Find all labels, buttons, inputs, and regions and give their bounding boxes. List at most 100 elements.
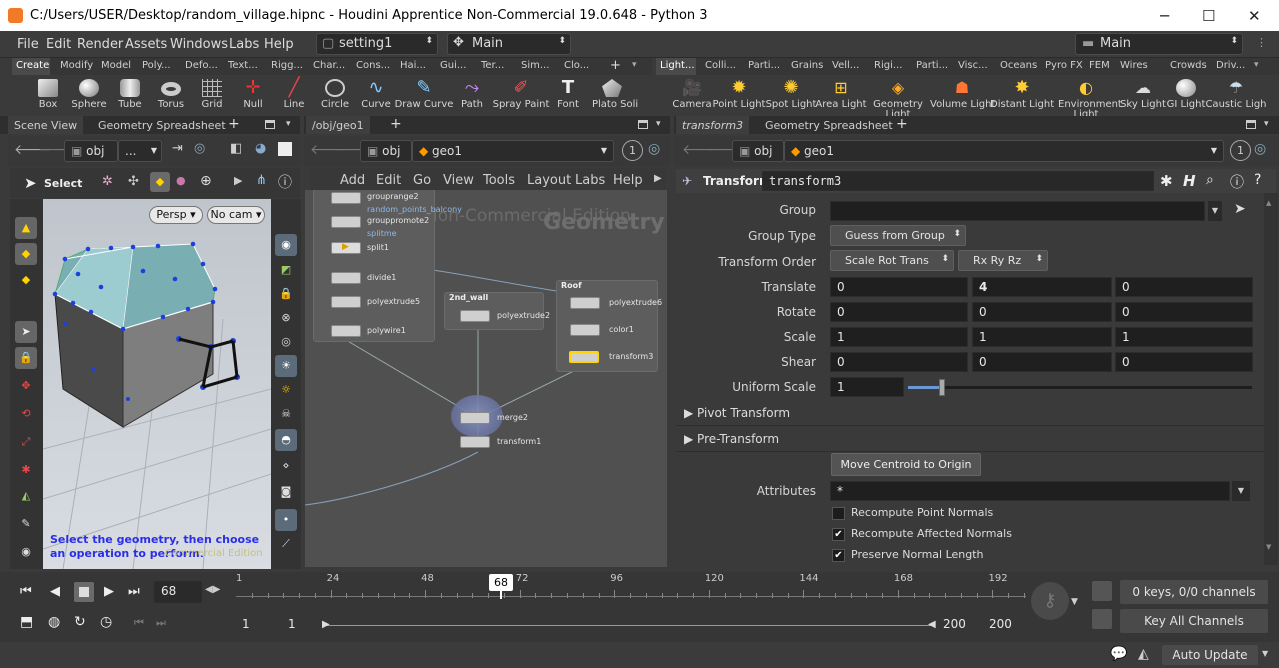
lock-camera-icon[interactable]: 🔒 — [275, 283, 297, 305]
3d-viewport[interactable]: Persp ▾ No cam ▾ Select the geometry, th… — [43, 199, 271, 569]
shelf-right-menu-icon[interactable]: ▾ — [1254, 60, 1259, 70]
range-end-field[interactable]: 200 — [937, 615, 981, 635]
add-tab-icon[interactable]: + — [228, 116, 240, 132]
select-arrow-icon[interactable]: ➤ — [24, 174, 37, 192]
scale-y-field[interactable]: 1 — [972, 327, 1112, 347]
move-tool-icon[interactable]: ✥ — [15, 375, 37, 397]
point-icon[interactable]: ● — [176, 174, 186, 187]
hscript-icon[interactable]: H — [1183, 172, 1196, 190]
shelf-menu-icon[interactable]: ▾ — [632, 60, 637, 70]
path-child-button[interactable]: ... ▼ — [118, 140, 162, 162]
stop-button[interactable] — [74, 582, 94, 602]
menu-labs[interactable]: Labs — [229, 37, 259, 52]
shelf-tab-oceans[interactable]: Oceans — [996, 58, 1040, 75]
shelf-tab-texture[interactable]: Text... — [224, 58, 262, 75]
auto-update-button[interactable]: Auto Update — [1162, 645, 1258, 665]
shelf-tab-sim[interactable]: Sim... — [517, 58, 553, 75]
range-start2-field[interactable]: 1 — [282, 615, 324, 635]
node-grouprange2[interactable] — [331, 192, 361, 204]
eye-icon[interactable]: ◉ — [275, 234, 297, 256]
tool-environment-light[interactable]: ◐ Environment Light — [1058, 77, 1122, 120]
pin-icon[interactable]: ◎ — [1254, 141, 1266, 157]
translate-x-field[interactable]: 0 — [830, 277, 968, 297]
rotation-order-menu[interactable]: Rx Ry Rz ⬍ — [958, 250, 1048, 271]
maximize-button[interactable]: ☐ — [1202, 7, 1215, 25]
shelf-tab-lights[interactable]: Light... — [656, 58, 696, 75]
node-grouppromote2[interactable] — [331, 216, 361, 228]
menu-edit[interactable]: Edit — [46, 37, 71, 52]
play-reverse-icon[interactable]: ◀ — [50, 584, 60, 599]
chat-icon[interactable]: 💬 — [1110, 646, 1127, 662]
uniform-scale-field[interactable]: 1 — [830, 377, 904, 397]
shelf-tab-particles[interactable]: Parti... — [744, 58, 780, 75]
pane-menu-icon[interactable]: ▾ — [656, 119, 661, 129]
select-dynamics-icon[interactable]: ◆ — [15, 269, 37, 291]
scale-tool-icon[interactable]: ⤢ — [15, 431, 37, 453]
shelf-tab-rigid[interactable]: Rigi... — [870, 58, 906, 75]
pane-menu-icon[interactable]: ▾ — [1264, 119, 1269, 129]
preserve-normal-length-checkbox[interactable]: ✔ — [832, 549, 845, 562]
info-icon[interactable]: ⓘ — [1230, 172, 1244, 192]
menu-arrow-icon[interactable]: ▶ — [654, 173, 662, 184]
shelf-tab-wires[interactable]: Wires — [1116, 58, 1152, 75]
node-merge2[interactable] — [460, 412, 490, 424]
brush-tool-icon[interactable]: ✎ — [15, 513, 37, 535]
play-icon[interactable]: ▶ — [104, 584, 114, 599]
shelf-tab-drive[interactable]: Driv... — [1212, 58, 1250, 75]
menu-help[interactable]: Help — [264, 37, 294, 52]
camera-tool-icon[interactable]: ◉ — [15, 541, 37, 563]
jump-end-icon[interactable]: ⏭ — [128, 584, 140, 599]
folder-pre-transform[interactable]: ▶ Pre-Transform — [684, 432, 779, 446]
handle-tool-icon[interactable]: ◭ — [15, 485, 37, 507]
shelf-tab-constraints[interactable]: Cons... — [352, 58, 392, 75]
shear-z-field[interactable]: 0 — [1115, 352, 1253, 372]
scale-x-field[interactable]: 1 — [830, 327, 968, 347]
transform-order-menu[interactable]: Scale Rot Trans ⬍ — [830, 250, 954, 271]
shelf-tab-model[interactable]: Model — [97, 58, 133, 75]
menu-file[interactable]: File — [17, 37, 39, 52]
handle-icon[interactable]: ✣ — [128, 174, 139, 189]
shelf-tab-viscous[interactable]: Visc... — [954, 58, 990, 75]
link-icon[interactable]: ◎ — [194, 141, 205, 156]
tab-network[interactable]: /obj/geo1 — [306, 116, 370, 134]
light-bulb-icon[interactable]: ☀ — [275, 355, 297, 377]
visibility-icon[interactable]: ◎ — [275, 331, 297, 353]
node-split1[interactable]: ▶ — [331, 242, 361, 254]
node-divide1[interactable] — [331, 272, 361, 284]
snapshot-icon[interactable]: ◙ — [275, 481, 297, 503]
tool-volume-light[interactable]: ☗ Volume Light — [930, 77, 995, 113]
network-menu-tools[interactable]: Tools — [483, 173, 515, 188]
group-type-menu[interactable]: Guess from Group ⬍ — [830, 225, 966, 246]
shelf-tab-guide[interactable]: Gui... — [436, 58, 470, 75]
tab-geometry-spreadsheet-right[interactable]: Geometry Spreadsheet — [759, 116, 899, 134]
lock-icon[interactable]: 🔒 — [15, 347, 37, 369]
node-network-editor[interactable]: Non-Commercial Edition Geometry 2nd_wall… — [305, 190, 667, 567]
tool-caustic-light[interactable]: ☂ Caustic Ligh — [1205, 77, 1266, 113]
audio-icon[interactable]: ◍ — [48, 614, 60, 630]
param-scrollbar[interactable]: ▲ ▼ — [1264, 193, 1278, 565]
display-icon[interactable]: ◧ — [230, 141, 242, 156]
shelf-tab-hair[interactable]: Hai... — [396, 58, 428, 75]
pin-icon[interactable]: ◎ — [648, 141, 660, 157]
shelf-tab-poly[interactable]: Poly... — [138, 58, 176, 75]
rotate-z-field[interactable]: 0 — [1115, 302, 1253, 322]
shelf-tab-modify[interactable]: Modify — [56, 58, 94, 75]
select-object-icon[interactable]: ▲ — [15, 217, 37, 239]
tool-point-light[interactable]: ✹ Point Light — [713, 77, 766, 113]
menu-windows[interactable]: Windows — [170, 37, 228, 52]
range-handle-left-icon[interactable]: ▶ — [322, 619, 330, 630]
folder-pivot-transform[interactable]: ▶ Pivot Transform — [684, 406, 790, 420]
path-obj-button[interactable]: ▣ obj — [360, 140, 412, 162]
node-polyextrude2[interactable] — [460, 310, 490, 322]
current-frame-field[interactable]: 68 — [154, 581, 202, 603]
tool-geometry-light[interactable]: ◈ Geometry Light — [872, 77, 924, 120]
maximize-pane-icon[interactable] — [265, 120, 275, 129]
tool-area-light[interactable]: ⊞ Area Light — [815, 77, 867, 113]
tool-distant-light[interactable]: ✸ Distant Light — [990, 77, 1054, 113]
transform-icon[interactable]: ✲ — [102, 174, 113, 189]
translate-y-field[interactable]: 4 — [972, 277, 1112, 297]
add-tab-icon[interactable]: + — [896, 116, 908, 132]
snap-icon[interactable]: ◆ — [150, 172, 170, 192]
rotate-x-field[interactable]: 0 — [830, 302, 968, 322]
perspective-menu[interactable]: Persp ▾ — [149, 206, 203, 224]
